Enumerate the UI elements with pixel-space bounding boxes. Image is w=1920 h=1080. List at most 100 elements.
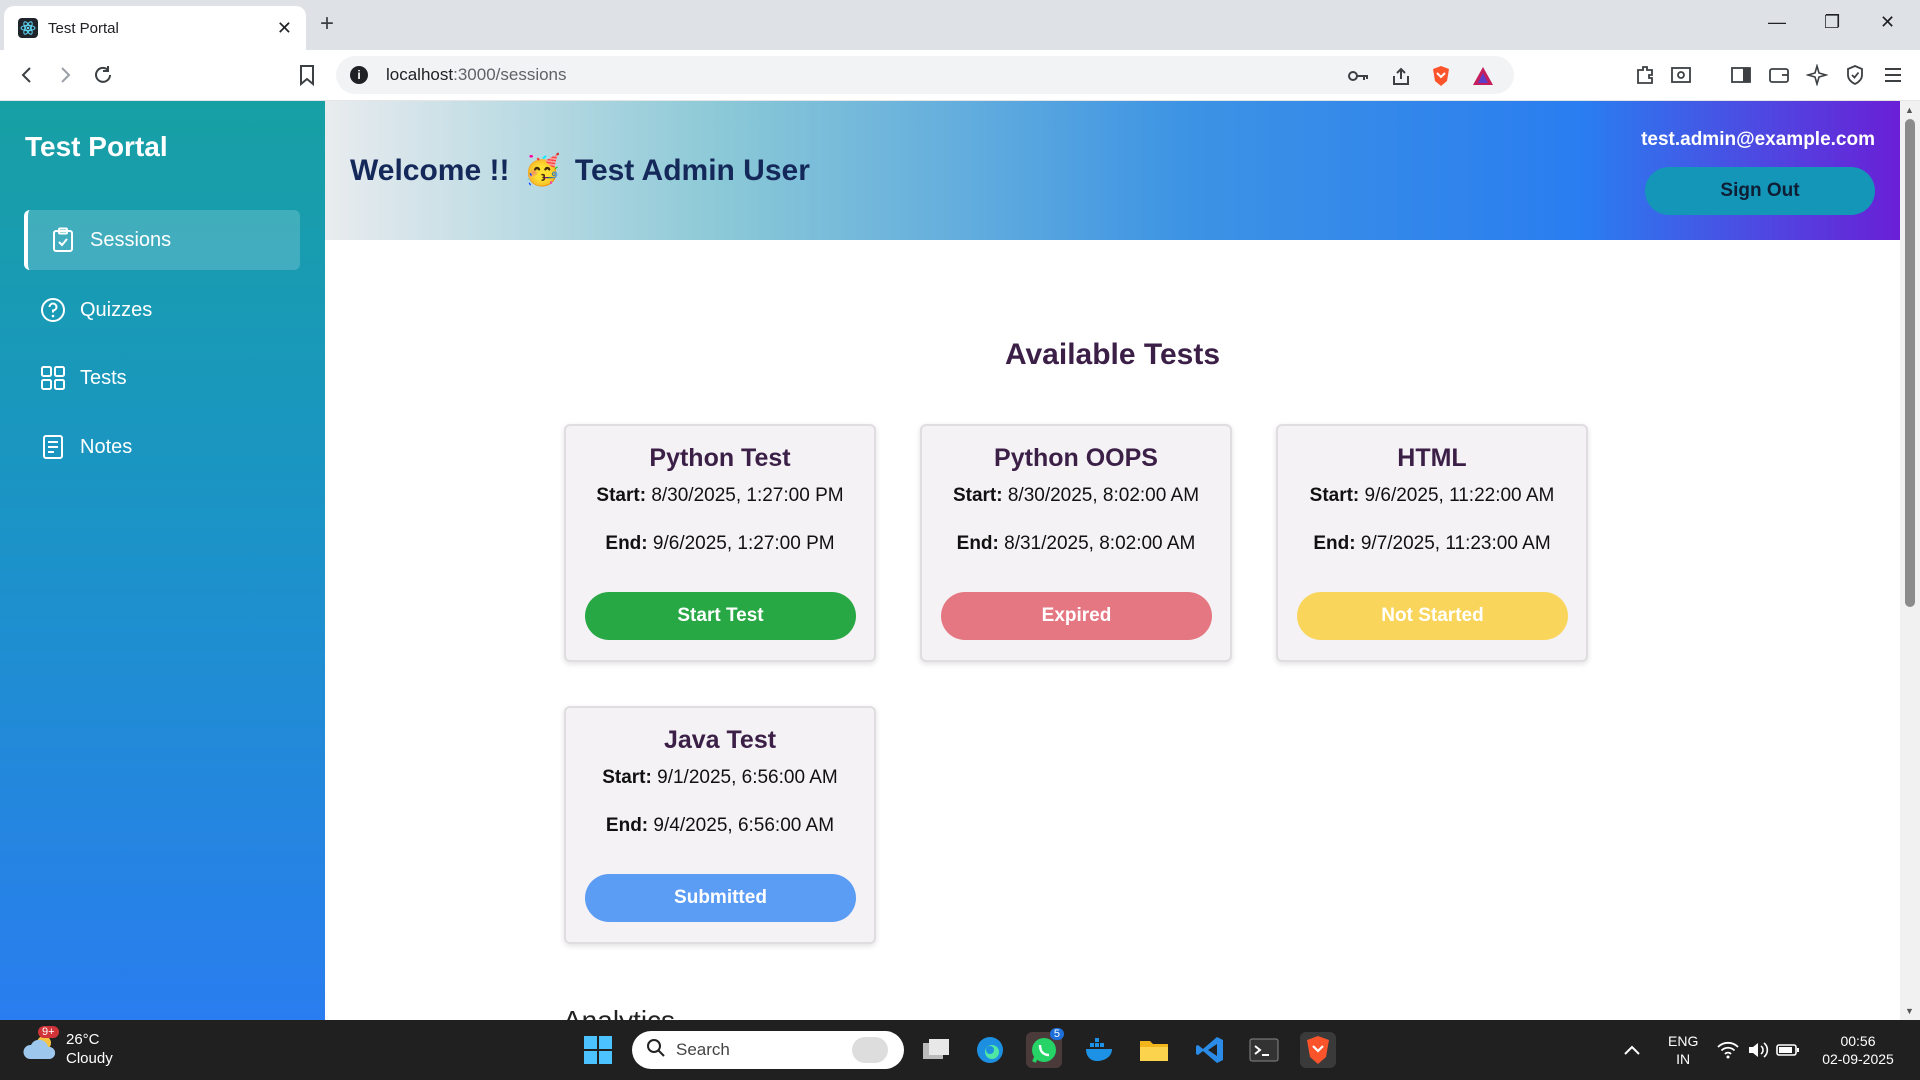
brave-rewards-icon[interactable]: [1472, 65, 1494, 87]
end-value: 9/6/2025, 1:27:00 PM: [652, 533, 835, 554]
extensions-icon[interactable]: [1632, 62, 1658, 88]
windows-taskbar: 9+ 26°C Cloudy Search 5 ENG IN 00:56 02-…: [0, 1020, 1920, 1080]
back-icon[interactable]: [14, 62, 40, 88]
vscode-icon[interactable]: [1192, 1032, 1228, 1068]
taskbar-search[interactable]: Search: [632, 1031, 904, 1069]
browser-toolbar: i localhost:3000/sessions: [0, 50, 1920, 101]
scroll-down-icon[interactable]: ▼: [1905, 1006, 1914, 1016]
search-highlight-icon: [852, 1037, 888, 1063]
test-title: Python OOPS: [994, 444, 1158, 472]
start-label: Start:: [1309, 485, 1360, 506]
test-card-python-test: Python Test Start: 8/30/2025, 1:27:00 PM…: [564, 424, 876, 662]
weather-temp: 26°C: [66, 1031, 100, 1048]
bookmark-icon[interactable]: [294, 62, 320, 88]
sidebar-item-quizzes[interactable]: Quizzes: [24, 280, 300, 340]
scrollbar-thumb[interactable]: [1905, 119, 1915, 607]
terminal-icon[interactable]: [1246, 1032, 1282, 1068]
weather-widget[interactable]: 9+ 26°C Cloudy: [22, 1026, 113, 1068]
minimize-icon[interactable]: —: [1768, 12, 1786, 33]
windows-start-icon[interactable]: [580, 1032, 616, 1068]
weather-desc: Cloudy: [66, 1050, 113, 1067]
address-bar[interactable]: i localhost:3000/sessions: [336, 56, 1514, 94]
close-tab-icon[interactable]: ✕: [277, 18, 292, 39]
clipboard-check-icon: [50, 227, 76, 253]
url-host: localhost: [386, 65, 454, 84]
region-code: IN: [1676, 1051, 1691, 1067]
user-name: Test Admin User: [574, 153, 810, 187]
page-title: Available Tests: [1004, 338, 1221, 371]
vpn-shield-icon[interactable]: [1842, 62, 1868, 88]
test-card-html: HTML Start: 9/6/2025, 11:22:00 AM End: 9…: [1276, 424, 1588, 662]
restore-icon[interactable]: ❐: [1824, 12, 1840, 33]
file-explorer-icon[interactable]: [1136, 1032, 1172, 1068]
key-icon[interactable]: [1348, 65, 1370, 87]
docker-icon[interactable]: [1082, 1032, 1118, 1068]
language-indicator[interactable]: ENG IN: [1668, 1032, 1698, 1068]
close-window-icon[interactable]: ✕: [1880, 12, 1895, 33]
wallet-icon[interactable]: [1766, 62, 1792, 88]
start-value: 8/30/2025, 1:27:00 PM: [651, 485, 844, 506]
test-end: End: 9/4/2025, 6:56:00 AM: [566, 815, 874, 837]
site-info-icon[interactable]: i: [350, 66, 368, 84]
submitted-button[interactable]: Submitted: [585, 874, 856, 922]
test-card-python-oops: Python OOPS Start: 8/30/2025, 8:02:00 AM…: [920, 424, 1232, 662]
leo-ai-icon[interactable]: [1804, 62, 1830, 88]
menu-icon[interactable]: [1880, 62, 1906, 88]
edge-icon[interactable]: [972, 1032, 1008, 1068]
test-start: Start: 9/6/2025, 11:22:00 AM: [1278, 485, 1586, 507]
start-label: Start:: [602, 767, 652, 788]
brave-shield-icon[interactable]: [1430, 65, 1452, 87]
url-path: :3000/sessions: [453, 65, 567, 84]
sidebar-item-sessions[interactable]: Sessions: [24, 210, 300, 270]
end-label: End:: [605, 815, 649, 836]
start-value: 8/30/2025, 8:02:00 AM: [1007, 485, 1200, 506]
question-circle-icon: [40, 297, 66, 323]
brand-title[interactable]: Test Portal: [25, 131, 168, 163]
brave-browser-icon[interactable]: [1300, 1032, 1336, 1068]
end-value: 9/4/2025, 6:56:00 AM: [653, 815, 835, 836]
sidebar-item-label: Notes: [80, 435, 133, 458]
reload-icon[interactable]: [90, 62, 116, 88]
clock[interactable]: 00:56 02-09-2025: [1818, 1032, 1898, 1068]
start-value: 9/1/2025, 6:56:00 AM: [657, 767, 838, 788]
notes-icon: [40, 434, 66, 460]
test-start: Start: 8/30/2025, 1:27:00 PM: [566, 485, 874, 507]
sidebar-item-tests[interactable]: Tests: [24, 348, 300, 408]
scroll-up-icon[interactable]: ▲: [1905, 105, 1914, 115]
test-end: End: 9/7/2025, 11:23:00 AM: [1278, 533, 1586, 555]
share-icon[interactable]: [1390, 65, 1412, 87]
clock-time: 00:56: [1840, 1033, 1876, 1049]
main-content: Available Tests Python Test Start: 8/30/…: [325, 240, 1900, 1020]
test-end: End: 9/6/2025, 1:27:00 PM: [566, 533, 874, 555]
screenshot-icon[interactable]: [1668, 62, 1694, 88]
url-text: localhost:3000/sessions: [386, 65, 567, 85]
test-title: Python Test: [649, 444, 791, 472]
tab-title: Test Portal: [48, 19, 119, 37]
new-tab-button[interactable]: +: [320, 10, 334, 38]
party-emoji-icon: 🥳: [523, 154, 561, 187]
start-label: Start:: [596, 485, 647, 506]
sidebar-item-label: Quizzes: [80, 298, 153, 321]
sign-out-button[interactable]: Sign Out: [1645, 167, 1875, 215]
sidebar: Test Portal Sessions Quizzes Tests Notes: [0, 101, 325, 1020]
test-end: End: 8/31/2025, 8:02:00 AM: [922, 533, 1230, 555]
start-label: Start:: [952, 485, 1003, 506]
expired-button[interactable]: Expired: [941, 592, 1212, 640]
sidebar-item-label: Tests: [80, 366, 127, 389]
weather-badge: 9+: [38, 1026, 59, 1038]
end-label: End:: [956, 533, 999, 554]
not-started-button[interactable]: Not Started: [1297, 592, 1568, 640]
sidebar-item-notes[interactable]: Notes: [24, 417, 300, 477]
browser-tab[interactable]: Test Portal ✕: [4, 6, 306, 50]
show-hidden-icons-icon[interactable]: [1614, 1032, 1650, 1068]
task-view-icon[interactable]: [918, 1032, 954, 1068]
sidebar-toggle-icon[interactable]: [1728, 62, 1754, 88]
sidebar-item-label: Sessions: [90, 228, 172, 251]
battery-icon[interactable]: [1770, 1032, 1806, 1068]
browser-tab-bar: Test Portal ✕ + — ❐ ✕: [0, 0, 1920, 50]
start-test-button[interactable]: Start Test: [585, 592, 856, 640]
forward-icon[interactable]: [52, 62, 78, 88]
welcome-message: Welcome !! 🥳 Test Admin User: [350, 153, 810, 188]
whatsapp-icon[interactable]: 5: [1026, 1028, 1064, 1068]
page-scrollbar[interactable]: ▲ ▼: [1900, 101, 1920, 1020]
